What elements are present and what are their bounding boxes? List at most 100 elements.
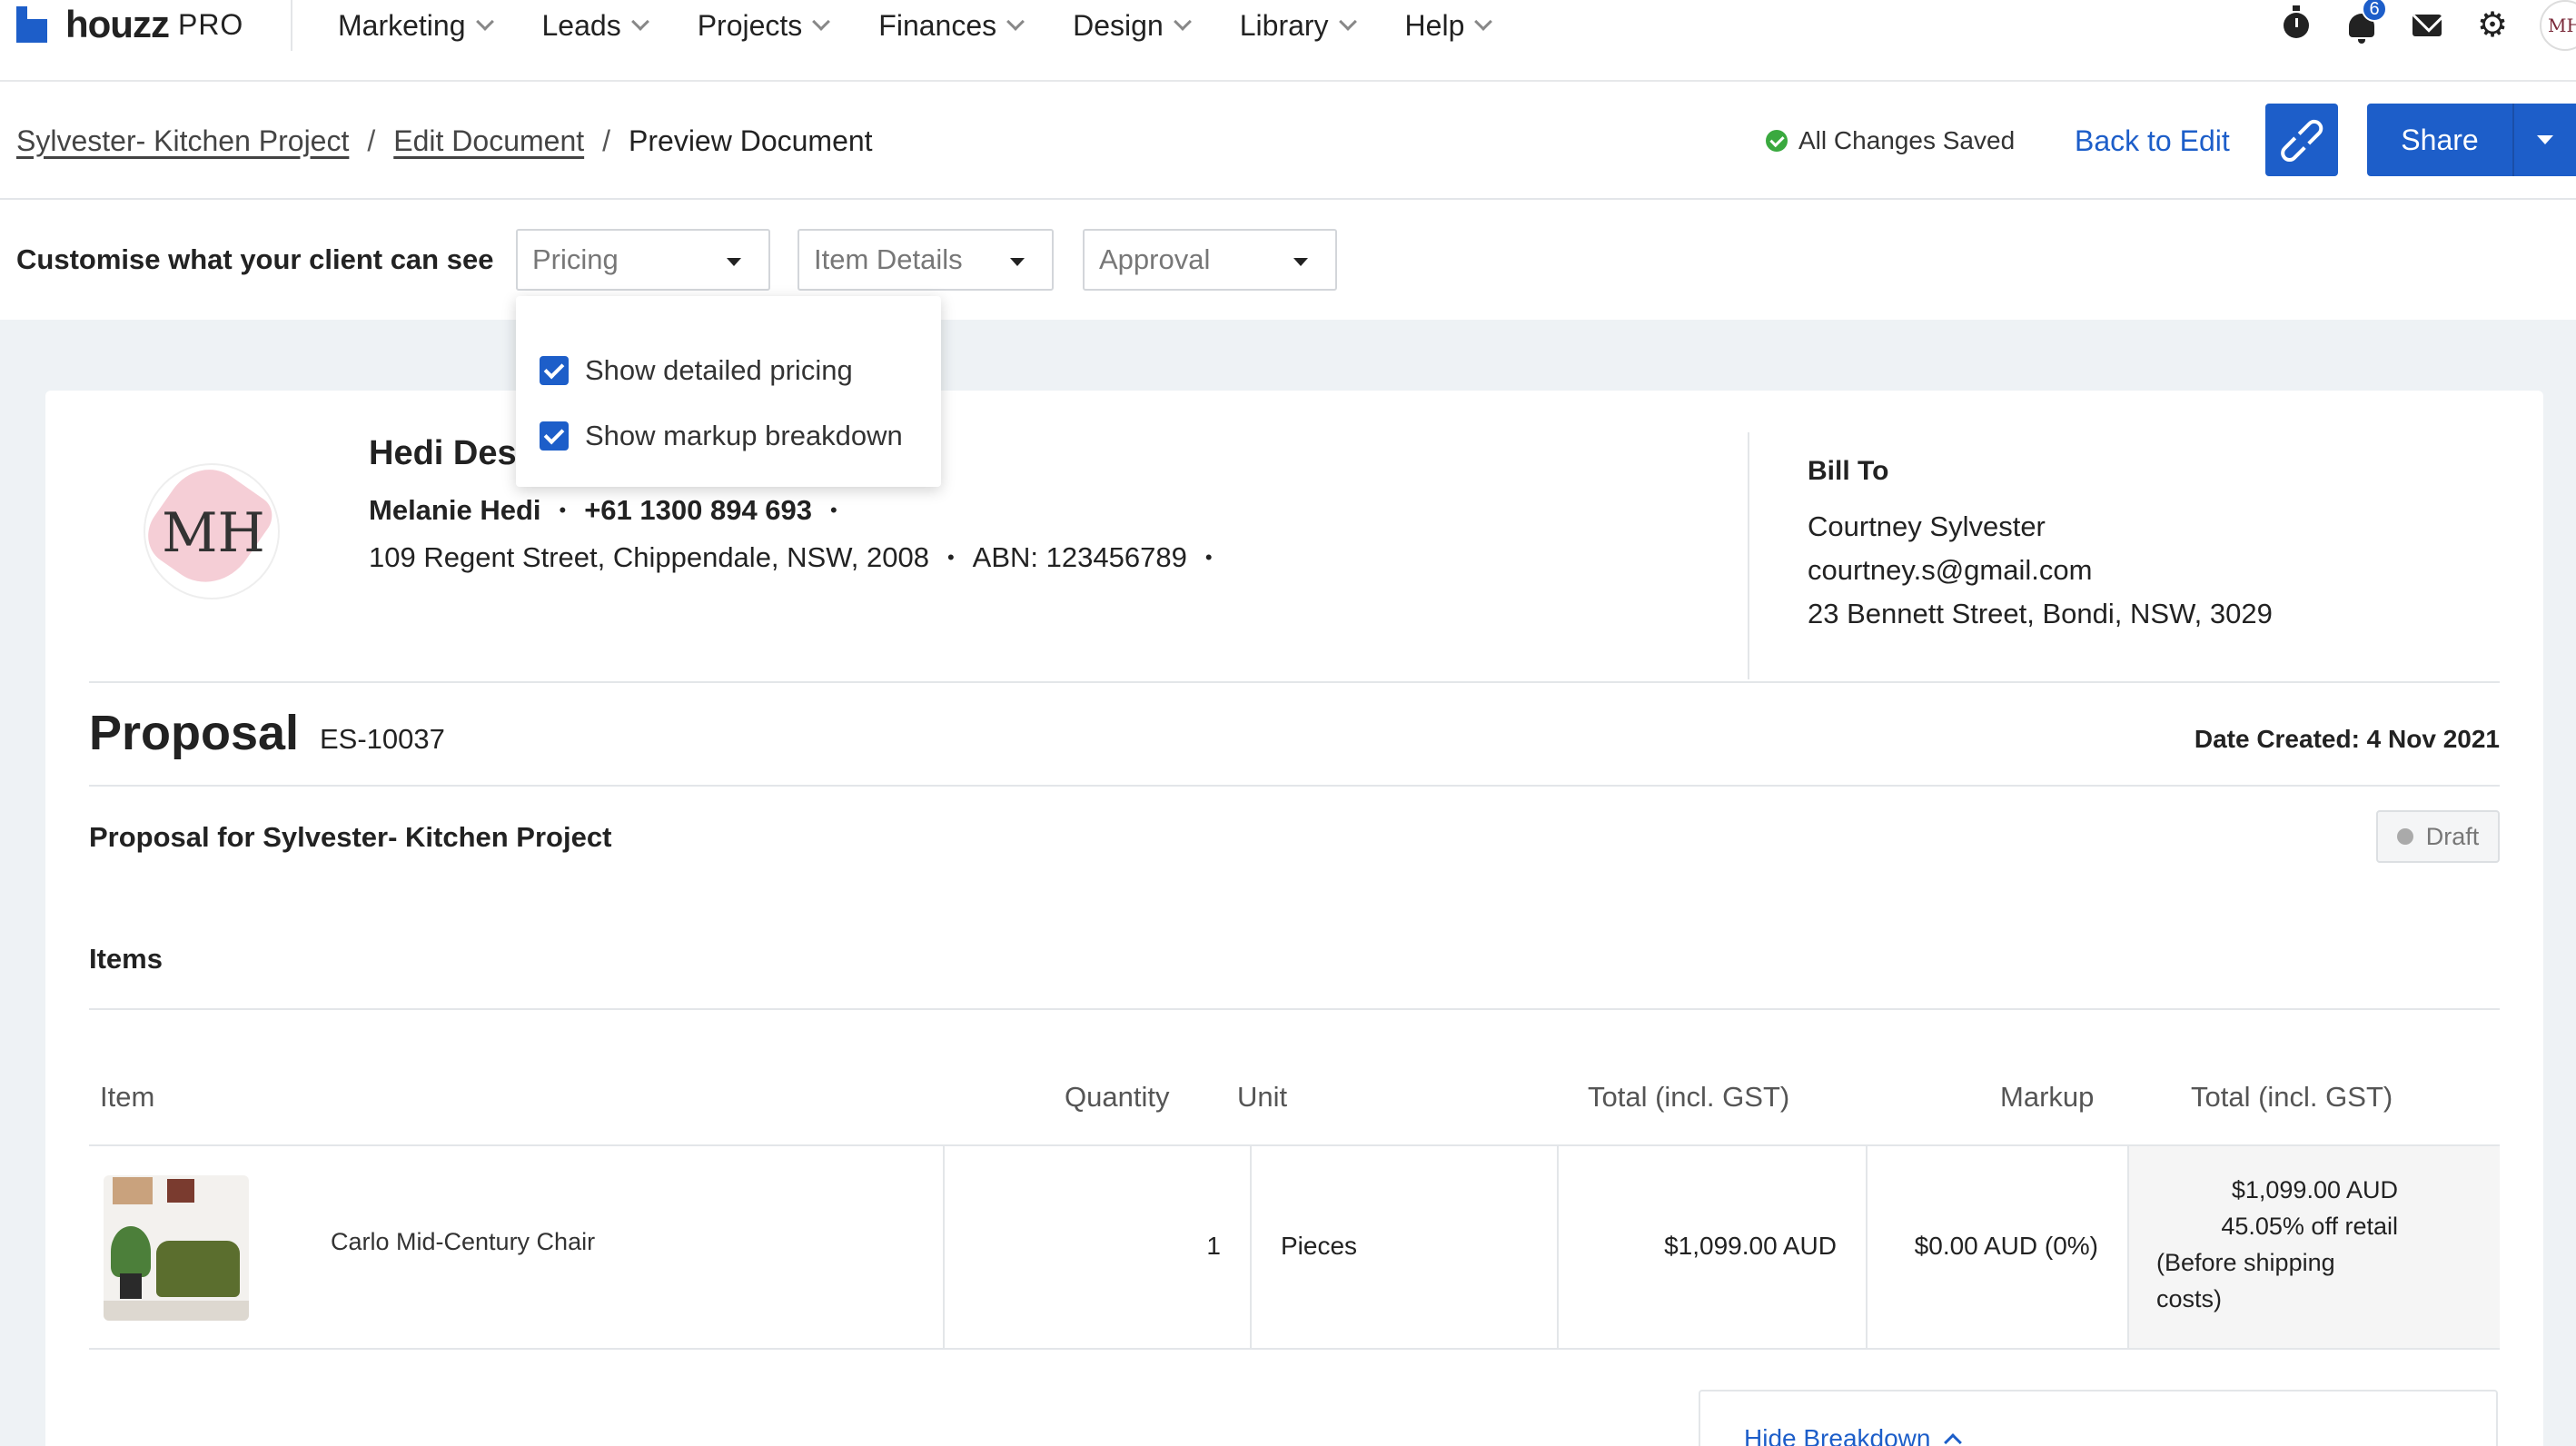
notifications-button[interactable]: 6 (2343, 0, 2387, 44)
col-header-final-total: Total (incl. GST) (2191, 1081, 2393, 1113)
share-options-toggle[interactable] (2514, 135, 2576, 144)
menu-label: Marketing (338, 8, 466, 42)
logo-pro-label: PRO (177, 7, 244, 41)
houzz-pro-logo[interactable]: houzz PRO (16, 0, 243, 49)
share-button[interactable]: Share (2367, 124, 2512, 157)
back-to-edit-link[interactable]: Back to Edit (2075, 82, 2230, 200)
proposal-subtitle: Proposal for Sylvester- Kitchen Project (89, 821, 612, 853)
menu-design[interactable]: Design (1073, 8, 1192, 43)
checkbox-checked-icon[interactable] (540, 356, 569, 385)
gear-icon: ⚙ (2476, 6, 2509, 45)
menu-label: Library (1239, 8, 1329, 42)
top-navigation: houzz PRO Marketing Leads Projects Finan… (0, 0, 2576, 82)
option-label: Show detailed pricing (585, 354, 853, 386)
menu-leads[interactable]: Leads (541, 8, 649, 43)
status-dot-icon (2396, 828, 2413, 845)
divider (89, 785, 2500, 787)
business-address-line: 109 Regent Street, Chippendale, NSW, 200… (369, 541, 1231, 574)
option-show-markup-breakdown[interactable]: Show markup breakdown (516, 403, 941, 469)
nav-divider (291, 0, 292, 51)
chevron-down-icon (1173, 13, 1192, 31)
logo-wordmark: houzz (65, 3, 170, 45)
approval-select[interactable]: Approval (1083, 229, 1337, 291)
caret-down-icon (1293, 258, 1308, 266)
timer-icon (2284, 5, 2309, 38)
item-details-select[interactable]: Item Details (798, 229, 1054, 291)
proposal-number: ES-10037 (320, 723, 445, 755)
nav-utility-icons: 6 ⚙ MH (2278, 0, 2576, 51)
bullet: • (830, 499, 837, 521)
col-header-markup: Markup (2000, 1081, 2095, 1113)
contact-phone: +61 1300 894 693 (584, 494, 813, 526)
col-header-item: Item (100, 1081, 155, 1113)
menu-marketing[interactable]: Marketing (338, 8, 494, 43)
vertical-divider (1748, 432, 1749, 679)
caret-down-icon (1010, 258, 1025, 266)
notification-badge: 6 (2362, 0, 2387, 22)
breadcrumb-project[interactable]: Sylvester- Kitchen Project (16, 124, 349, 158)
breadcrumb-edit-document[interactable]: Edit Document (393, 124, 584, 158)
breadcrumb-separator: / (367, 124, 376, 157)
breadcrumb: Sylvester- Kitchen Project / Edit Docume… (16, 82, 873, 200)
select-value: Pricing (532, 243, 619, 275)
proposal-document: MH Hedi Des Melanie Hedi • +61 1300 894 … (45, 391, 2543, 1446)
copy-link-button[interactable]: ⊂⊃ (2265, 104, 2338, 176)
menu-projects[interactable]: Projects (698, 9, 831, 43)
thumb-art (113, 1177, 153, 1204)
status-badge: Draft (2376, 810, 2500, 863)
checkbox-checked-icon[interactable] (540, 421, 569, 451)
logo-monogram: MH (162, 501, 265, 565)
retail-discount: 45.05% off retail (2221, 1213, 2398, 1240)
shipping-note: (Before shipping (2156, 1249, 2335, 1276)
settings-button[interactable]: ⚙ (2474, 7, 2511, 44)
select-value: Approval (1099, 243, 1211, 275)
chevron-up-icon (1944, 1433, 1963, 1446)
thumb-pot (120, 1273, 142, 1299)
date-created: Date Created: 4 Nov 2021 (2194, 725, 2500, 753)
breadcrumb-current: Preview Document (629, 124, 873, 157)
client-visibility-bar: Customise what your client can see Prici… (0, 200, 2576, 320)
thumb-floor (104, 1301, 249, 1321)
check-circle-icon (1766, 130, 1788, 152)
menu-finances[interactable]: Finances (878, 8, 1025, 43)
menu-label: Design (1073, 8, 1164, 42)
item-thumbnail[interactable] (104, 1175, 249, 1321)
menu-label: Leads (541, 8, 621, 42)
bill-to-email: courtney.s@gmail.com (1808, 554, 2093, 586)
hide-breakdown-label: Hide Breakdown (1744, 1424, 1931, 1446)
cell-item: Carlo Mid-Century Chair (89, 1146, 945, 1348)
chevron-down-icon (1006, 13, 1025, 31)
caret-down-icon (727, 258, 741, 266)
pricing-select[interactable]: Pricing (516, 229, 770, 291)
thumb-plant (111, 1226, 151, 1277)
customise-label: Customise what your client can see (16, 243, 494, 275)
contact-name: Melanie Hedi (369, 494, 541, 526)
houzz-logo-icon (16, 6, 47, 43)
cell-markup: $0.00 AUD (0%) (1868, 1146, 2129, 1348)
breakdown-panel: Hide Breakdown (1699, 1390, 2498, 1446)
messages-button[interactable] (2409, 7, 2445, 44)
business-logo: MH (144, 463, 280, 599)
col-header-unit: Unit (1237, 1081, 1288, 1113)
item-unit: Pieces (1281, 1232, 1358, 1260)
mail-icon (2413, 15, 2442, 36)
option-show-detailed-pricing[interactable]: Show detailed pricing (516, 338, 941, 403)
status-label: Draft (2425, 822, 2480, 850)
chevron-down-icon (1338, 13, 1357, 31)
business-contact: Melanie Hedi • +61 1300 894 693 • (369, 494, 856, 527)
timer-button[interactable] (2278, 5, 2314, 44)
menu-label: Finances (878, 8, 997, 42)
cell-total: $1,099.00 AUD (1559, 1146, 1868, 1348)
item-quantity: 1 (1206, 1232, 1221, 1260)
menu-library[interactable]: Library (1239, 8, 1357, 43)
breadcrumb-separator: / (602, 124, 611, 157)
share-button-group: Share (2367, 104, 2576, 176)
hide-breakdown-link[interactable]: Hide Breakdown (1744, 1424, 1963, 1446)
menu-help[interactable]: Help (1405, 9, 1493, 43)
bill-to-heading: Bill To (1808, 456, 1889, 486)
final-total-block: $1,099.00 AUD 45.05% off retail (Before … (2125, 1172, 2398, 1317)
user-avatar[interactable]: MH (2540, 0, 2576, 51)
bullet: • (559, 499, 567, 521)
link-icon: ⊂⊃ (2267, 105, 2336, 174)
business-abn: ABN: 123456789 (972, 541, 1187, 573)
